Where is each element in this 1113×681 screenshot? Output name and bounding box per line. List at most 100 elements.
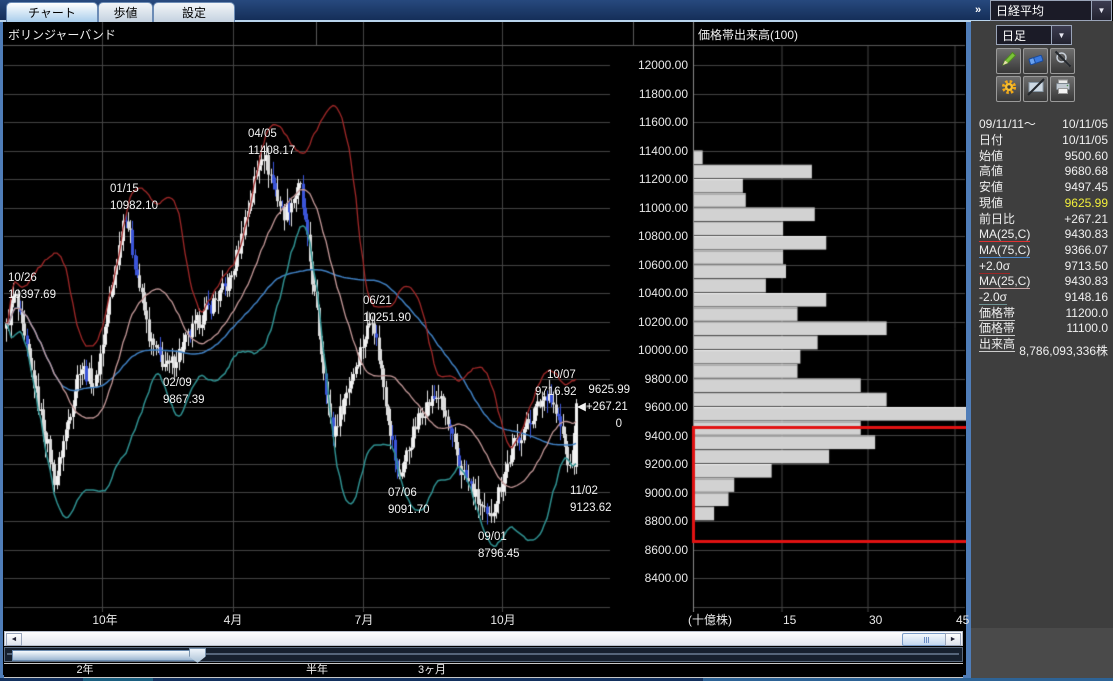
scrollbar-thumb[interactable]	[902, 633, 950, 646]
toolbar-button-pencil[interactable]	[996, 48, 1021, 74]
y-axis-label: 10000.00	[600, 343, 688, 357]
range-preset-2年[interactable]: 2年	[76, 664, 93, 676]
y-axis-label: 10200.00	[600, 315, 688, 329]
zoom-out-icon	[1054, 50, 1072, 73]
x-axis-label: 10月	[490, 614, 515, 627]
scroll-left-button[interactable]: ◄	[6, 633, 22, 646]
info-row-value: 9366.07	[1065, 243, 1108, 258]
annotation-date: 07/06	[388, 487, 417, 500]
info-row: MA(75,C) 9366.07	[973, 243, 1111, 258]
info-row-label[interactable]: 出来高	[979, 337, 1015, 352]
info-row-label: 現値	[979, 196, 1003, 211]
info-row: 日付 10/11/05	[973, 133, 1111, 148]
x-axis-label: 4月	[224, 614, 243, 627]
annotation-date: 11/02	[570, 485, 598, 498]
toolbar-button-gear[interactable]	[996, 76, 1021, 102]
info-row-label[interactable]: MA(25,C)	[979, 274, 1030, 289]
annotation-price: 8796.45	[478, 548, 520, 561]
tab-chart[interactable]: チャート	[6, 2, 98, 22]
zoom-slider[interactable]	[4, 647, 963, 662]
info-row-label: 前日比	[979, 212, 1015, 227]
annotation-price: 10982.10	[110, 200, 158, 213]
info-row-label: 日付	[979, 133, 1003, 148]
range-preset-3ヶ月[interactable]: 3ヶ月	[418, 664, 446, 676]
x-axis-label: 7月	[355, 614, 374, 627]
period-row: 09/11/11～ 10/11/05	[973, 117, 1111, 132]
range-preset-半年[interactable]: 半年	[306, 664, 328, 676]
info-row: 高値9680.68	[973, 164, 1111, 179]
volume-axis-tick: 30	[869, 614, 882, 627]
info-row: MA(25,C) 9430.83	[973, 274, 1111, 289]
info-row: 価格帯 11200.0	[973, 306, 1111, 321]
tab-settings[interactable]: 設定	[153, 2, 235, 22]
info-row-value: 9148.16	[1065, 290, 1108, 305]
zoom-slider-fill	[12, 650, 196, 661]
y-axis-label: 9600.00	[600, 400, 688, 414]
y-axis-label: 10400.00	[600, 286, 688, 300]
tab-overflow-icon[interactable]: »	[969, 3, 987, 18]
info-row-value: +267.21	[1064, 212, 1108, 227]
info-row: 安値 9497.45	[973, 180, 1111, 195]
y-axis-label: 9000.00	[600, 486, 688, 500]
info-row-label[interactable]: 価格帯	[979, 306, 1015, 321]
y-axis-label: 12000.00	[600, 58, 688, 72]
toolbar-button-printer[interactable]	[1050, 76, 1075, 102]
toolbar-button-trendline[interactable]	[1023, 76, 1048, 102]
info-row-label[interactable]: MA(25,C)	[979, 227, 1030, 242]
volume-axis-tick: 45	[956, 614, 969, 627]
info-row-value: 9713.50	[1065, 259, 1108, 274]
timeframe-select-value: 日足	[997, 27, 1051, 44]
timeframe-select[interactable]: 日足 ▼	[996, 25, 1072, 45]
symbol-select[interactable]: 日経平均 ▼	[990, 0, 1112, 21]
annotation-price: 9867.39	[163, 394, 205, 407]
chart-application-window: チャート 歩値 設定 » ボリンジャーバンド 価格帯出来高(100) (十億株)…	[0, 0, 1113, 681]
annotation-date: 10/07	[547, 369, 576, 382]
info-row-label[interactable]: -2.0σ	[979, 290, 1007, 305]
y-axis-label: 11600.00	[600, 115, 688, 129]
info-row-label[interactable]: +2.0σ	[979, 259, 1010, 274]
info-row-label: 始値	[979, 149, 1003, 164]
info-row-value: 9430.83	[1065, 227, 1108, 242]
info-row-value: 10/11/05	[1062, 133, 1108, 148]
annotation-date: 09/01	[478, 531, 507, 544]
info-row-value: 9625.99	[1065, 196, 1108, 211]
annotation-price: 9716.92	[535, 386, 577, 399]
volume-axis-unit: (十億株)	[688, 614, 732, 627]
info-row-value: 9500.60	[1065, 149, 1108, 164]
symbol-select-arrow-icon[interactable]: ▼	[1091, 1, 1111, 20]
volume-axis-tick: 15	[783, 614, 796, 627]
y-axis-label: 9200.00	[600, 457, 688, 471]
info-row-label[interactable]: 価格帯	[979, 321, 1015, 336]
toolbar-button-eraser[interactable]	[1023, 48, 1048, 74]
eraser-icon	[1027, 50, 1045, 73]
annotation-date: 02/09	[163, 377, 192, 390]
tab-quotes[interactable]: 歩値	[98, 2, 153, 22]
y-axis-label: 10600.00	[600, 258, 688, 272]
current-price-label: 9625.99	[580, 384, 630, 397]
info-panel-footer	[971, 628, 1113, 678]
scroll-right-button[interactable]: ►	[945, 633, 961, 646]
info-row-value: 9680.68	[1065, 164, 1108, 179]
info-row: 前日比 +267.21	[973, 212, 1111, 227]
horizontal-scrollbar[interactable]: ◄ ►	[4, 631, 963, 646]
info-row-label: 安値	[979, 180, 1003, 195]
y-axis-label: 8400.00	[600, 571, 688, 585]
price-chart-canvas[interactable]	[0, 22, 970, 612]
info-row-value: 11200.0	[1066, 306, 1109, 321]
info-row-value: 9497.45	[1065, 180, 1108, 195]
y-axis-label: 9400.00	[600, 429, 688, 443]
annotation-price: 9091.70	[388, 504, 430, 517]
y-axis-label: 11800.00	[600, 87, 688, 101]
info-row-value: 9430.83	[1065, 274, 1108, 289]
info-row: MA(25,C) 9430.83	[973, 227, 1111, 242]
y-axis-label: 9800.00	[600, 372, 688, 386]
info-row: -2.0σ 9148.16	[973, 290, 1111, 305]
timeframe-select-arrow-icon[interactable]: ▼	[1051, 26, 1071, 44]
annotation-price: 10397.69	[8, 289, 56, 302]
info-row-label[interactable]: MA(75,C)	[979, 243, 1030, 258]
toolbar-button-zoom-out[interactable]	[1050, 48, 1075, 74]
annotation-date: 01/15	[110, 183, 139, 196]
printer-icon	[1054, 78, 1072, 101]
y-axis-label: 10800.00	[600, 229, 688, 243]
info-row: 価格帯11100.0	[973, 321, 1111, 336]
